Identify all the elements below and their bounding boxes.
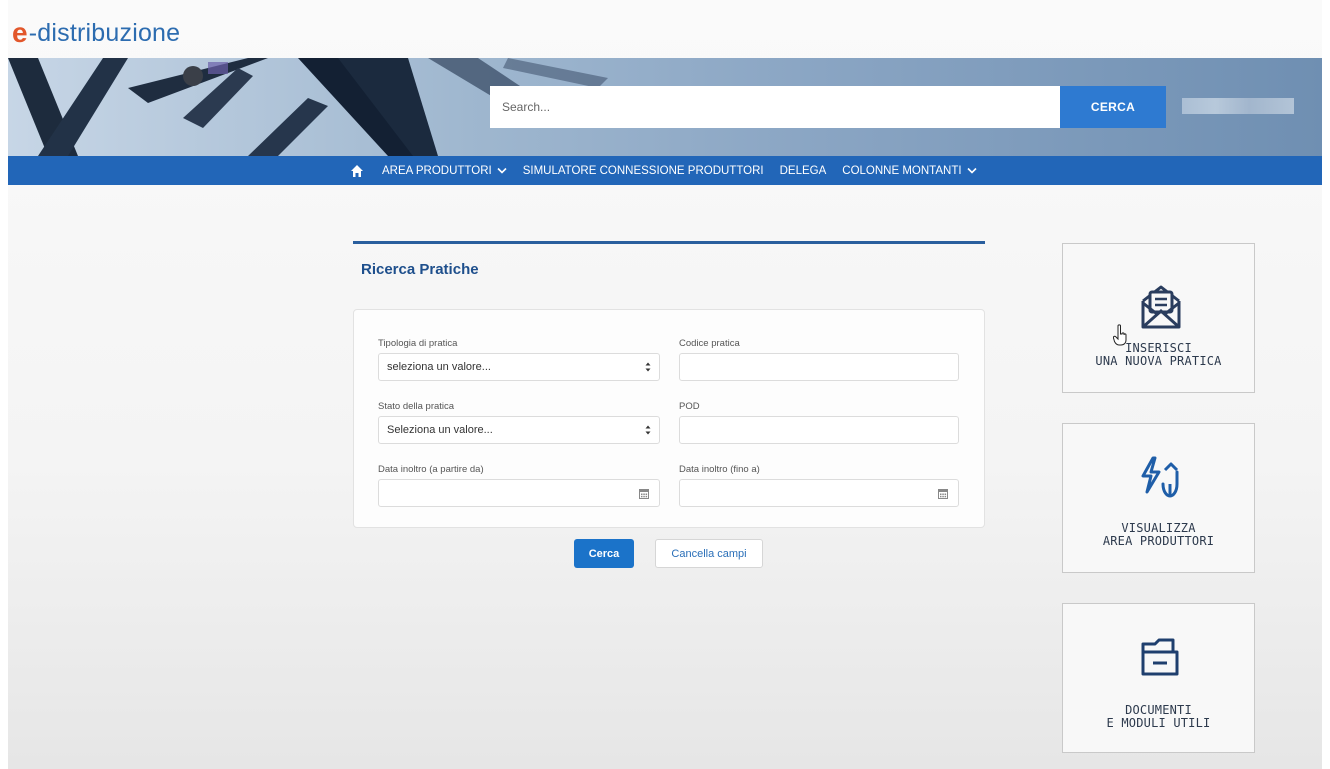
data-a-input[interactable]	[679, 479, 959, 507]
data-da-input[interactable]	[378, 479, 660, 507]
e-distribuzione-logo[interactable]: e -distribuzione	[12, 17, 181, 48]
data-da-label: Data inoltro (a partire da)	[378, 464, 484, 475]
nav-item-label: SIMULATORE CONNESSIONE PRODUTTORI	[522, 164, 764, 177]
logo-mark: e	[12, 17, 28, 48]
cancella-campi-button[interactable]: Cancella campi	[655, 539, 763, 568]
calendar-icon[interactable]	[938, 488, 948, 499]
calendar-icon[interactable]	[639, 488, 649, 499]
chevron-down-icon	[966, 167, 977, 174]
nav-item-label: DELEGA	[779, 164, 827, 177]
folder-icon	[1141, 638, 1179, 676]
search-button[interactable]: CERCA	[1060, 86, 1166, 128]
logo-text: -distribuzione	[28, 18, 181, 47]
search-input[interactable]: Search...	[490, 86, 1060, 128]
nav-item-label: COLONNE MONTANTI	[842, 164, 962, 177]
page: e -distribuzione Search... CERCA AREA PR…	[8, 0, 1322, 769]
pod-input[interactable]	[679, 416, 959, 444]
codice-pratica-input[interactable]	[679, 353, 959, 381]
tipologia-select-value: seleziona un valore...	[387, 361, 491, 373]
card-line2: AREA PRODUTTORI	[1102, 534, 1215, 548]
home-icon[interactable]	[350, 164, 364, 178]
search-form: Tipologia di pratica seleziona un valore…	[353, 309, 985, 528]
nav-item-label: AREA PRODUTTORI	[382, 164, 492, 177]
main-navigation: AREA PRODUTTORI SIMULATORE CONNESSIONE P…	[8, 156, 1322, 185]
title-divider	[353, 241, 985, 244]
card-line2: UNA NUOVA PRATICA	[1095, 354, 1222, 368]
envelope-document-icon	[1141, 285, 1181, 329]
nav-item-delega[interactable]: DELEGA	[780, 165, 827, 177]
card-inserisci-pratica[interactable]: INSERISCI UNA NUOVA PRATICA	[1062, 243, 1255, 393]
card-documenti-moduli[interactable]: DOCUMENTI E MODULI UTILI	[1062, 603, 1255, 753]
nav-item-colonne-montanti[interactable]: COLONNE MONTANTI	[842, 164, 977, 177]
select-arrows-icon	[645, 362, 651, 372]
header-banner: Search... CERCA	[8, 58, 1322, 156]
card-visualizza-area-produttori[interactable]: VISUALIZZA AREA PRODUTTORI	[1062, 423, 1255, 573]
pod-label: POD	[679, 401, 700, 412]
chevron-down-icon	[497, 167, 507, 174]
cerca-button[interactable]: Cerca	[574, 539, 634, 568]
tipologia-label: Tipologia di pratica	[378, 338, 458, 349]
ricerca-pratiche-panel: Ricerca Pratiche Tipologia di pratica se…	[353, 185, 1001, 769]
nav-item-simulatore[interactable]: SIMULATORE CONNESSIONE PRODUTTORI	[523, 165, 764, 177]
card-line2: E MODULI UTILI	[1106, 716, 1211, 730]
page-title: Ricerca Pratiche	[361, 261, 479, 278]
tipologia-select[interactable]: seleziona un valore...	[378, 353, 660, 381]
select-arrows-icon	[645, 425, 651, 435]
stato-select-value: Seleziona un valore...	[387, 424, 493, 436]
search-placeholder: Search...	[502, 100, 551, 114]
stato-select[interactable]: Seleziona un valore...	[378, 416, 660, 444]
codice-pratica-label: Codice pratica	[679, 338, 740, 349]
blurred-user-area	[1182, 98, 1294, 114]
energy-plug-icon	[1141, 456, 1179, 498]
stato-label: Stato della pratica	[378, 401, 455, 412]
data-a-label: Data inoltro (fino a)	[679, 464, 760, 475]
nav-item-area-produttori[interactable]: AREA PRODUTTORI	[382, 165, 507, 177]
